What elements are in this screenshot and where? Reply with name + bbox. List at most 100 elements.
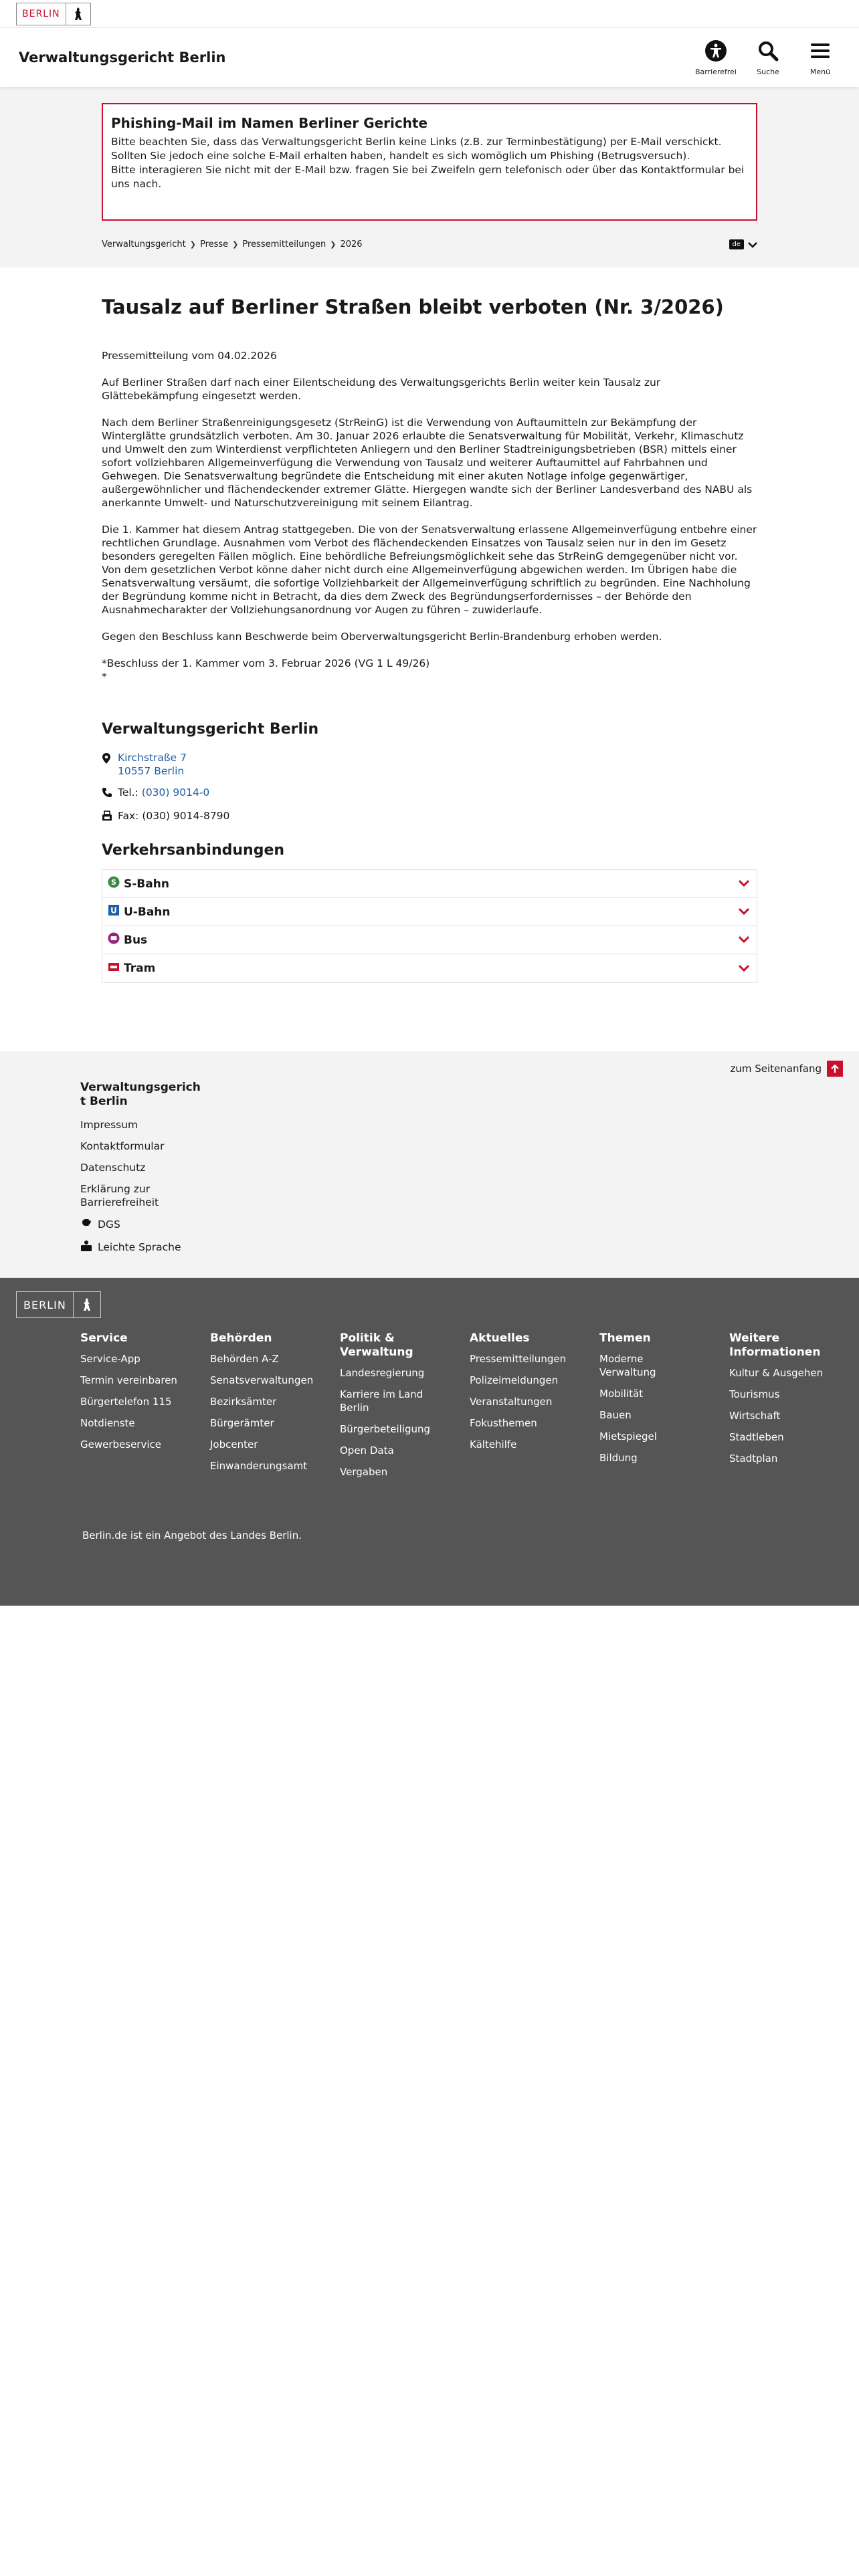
sign-language-icon bbox=[80, 1217, 92, 1232]
breadcrumb-item-pressemitteilungen[interactable]: Pressemitteilungen bbox=[242, 239, 326, 249]
site-header: Verwaltungsgericht Berlin Barrierefrei S… bbox=[0, 28, 859, 87]
footer-link[interactable]: Termin vereinbaren bbox=[80, 1374, 187, 1387]
footer-link-barrierefreiheit[interactable]: Erklärung zur Barrierefreiheit bbox=[80, 1182, 201, 1209]
footer-column-weitere: Weitere Informationen Kultur & Ausgehen … bbox=[729, 1331, 859, 1487]
footer-link[interactable]: Tourismus bbox=[729, 1388, 836, 1401]
address-street: Kirchstraße 7 bbox=[118, 752, 187, 764]
bear-icon bbox=[66, 3, 90, 25]
berlin-logo[interactable]: BERLIN bbox=[16, 2, 91, 25]
footer-link[interactable]: Fokusthemen bbox=[470, 1416, 577, 1430]
s-bahn-icon: S bbox=[108, 876, 120, 891]
language-switcher[interactable]: de bbox=[729, 238, 758, 251]
footer-link[interactable]: Bezirksämter bbox=[210, 1395, 317, 1408]
footer-column-aktuelles: Aktuelles Pressemitteilungen Polizeimeld… bbox=[470, 1331, 599, 1487]
footer-link[interactable]: Kultur & Ausgehen bbox=[729, 1366, 836, 1380]
address-link[interactable]: Kirchstraße 7 10557 Berlin bbox=[118, 751, 187, 778]
footer-link[interactable]: Landesregierung bbox=[340, 1366, 447, 1380]
search-button[interactable]: Suche bbox=[748, 39, 788, 76]
breadcrumb-item-verwaltungsgericht[interactable]: Verwaltungsgericht bbox=[102, 239, 186, 249]
footer-link[interactable]: Behörden A-Z bbox=[210, 1352, 317, 1366]
footer-link[interactable]: Bauen bbox=[599, 1408, 706, 1422]
to-top-label: zum Seitenanfang bbox=[730, 1063, 822, 1075]
menu-button[interactable]: Menü bbox=[800, 39, 840, 76]
article-paragraph: Auf Berliner Straßen darf nach einer Eil… bbox=[102, 377, 661, 402]
accordion-label: Bus bbox=[124, 933, 148, 947]
footer-link[interactable]: Karriere im Land Berlin bbox=[340, 1388, 447, 1414]
footer-link[interactable]: Veranstaltungen bbox=[470, 1395, 577, 1408]
breadcrumb: Verwaltungsgericht ❯ Presse ❯ Pressemitt… bbox=[102, 239, 363, 249]
footer-link[interactable]: Service-App bbox=[80, 1352, 187, 1366]
footer-link[interactable]: Bildung bbox=[599, 1451, 706, 1465]
breadcrumb-item-current: 2026 bbox=[340, 239, 363, 249]
chevron-down-icon bbox=[738, 934, 750, 946]
breadcrumb-item-presse[interactable]: Presse bbox=[200, 239, 228, 249]
chevron-down-icon bbox=[738, 905, 750, 918]
footer-link[interactable]: Polizeimeldungen bbox=[470, 1374, 577, 1387]
footer-link[interactable]: Einwanderungsamt bbox=[210, 1459, 317, 1473]
footer-link[interactable]: Pressemitteilungen bbox=[470, 1352, 577, 1366]
footer-column-politik: Politik & Verwaltung Landesregierung Kar… bbox=[340, 1331, 470, 1487]
footer-local-column: Verwaltungsgericht Berlin Impressum Kont… bbox=[80, 1081, 201, 1255]
chevron-down-icon bbox=[738, 877, 750, 890]
menu-icon bbox=[809, 39, 832, 65]
footer-link[interactable]: Wirtschaft bbox=[729, 1409, 836, 1422]
chevron-down-icon bbox=[738, 962, 750, 975]
notice-band: Phishing-Mail im Namen Berliner Gerichte… bbox=[0, 87, 859, 267]
article-footnote-mark: * bbox=[102, 671, 107, 683]
site-title[interactable]: Verwaltungsgericht Berlin bbox=[19, 49, 225, 66]
fax-row: Fax: (030) 9014-8790 bbox=[102, 809, 757, 825]
footer-link-impressum[interactable]: Impressum bbox=[80, 1118, 201, 1132]
footer-link[interactable]: Bürgerämter bbox=[210, 1416, 317, 1430]
accordion-label: S-Bahn bbox=[124, 877, 169, 891]
footer-link-leichte-sprache[interactable]: Leichte Sprache bbox=[80, 1240, 201, 1255]
footer-link[interactable]: Bürgertelefon 115 bbox=[80, 1395, 187, 1408]
phishing-alert: Phishing-Mail im Namen Berliner Gerichte… bbox=[102, 103, 757, 221]
footer-link[interactable]: Vergaben bbox=[340, 1465, 447, 1479]
alert-line: Bitte interagieren Sie nicht mit der E-M… bbox=[111, 164, 745, 190]
accordion-item-tram[interactable]: Tram bbox=[102, 954, 757, 982]
breadcrumb-bar: Verwaltungsgericht ❯ Presse ❯ Pressemitt… bbox=[102, 221, 757, 267]
footer-link[interactable]: Open Data bbox=[340, 1444, 447, 1457]
article-paragraph: Nach dem Berliner Straßenreinigungsgeset… bbox=[102, 417, 753, 509]
svg-text:S: S bbox=[111, 878, 116, 887]
footer-link[interactable]: Stadtleben bbox=[729, 1430, 836, 1444]
accordion-item-bus[interactable]: Bus bbox=[102, 926, 757, 954]
footer-link[interactable]: Stadtplan bbox=[729, 1452, 836, 1465]
arrow-up-icon bbox=[827, 1061, 843, 1077]
accessibility-button[interactable]: Barrierefrei bbox=[695, 39, 737, 76]
footer-link[interactable]: Bürgerbeteiligung bbox=[340, 1422, 447, 1436]
top-bar: BERLIN bbox=[0, 0, 859, 28]
search-icon bbox=[757, 39, 779, 65]
footer-link-datenschutz[interactable]: Datenschutz bbox=[80, 1161, 201, 1174]
chevron-right-icon: ❯ bbox=[330, 239, 337, 249]
phone-row: Tel.: (030) 9014-0 bbox=[102, 786, 757, 801]
footer-column-heading: Behörden bbox=[210, 1331, 272, 1345]
footer-link[interactable]: Gewerbeservice bbox=[80, 1438, 187, 1451]
address-city: 10557 Berlin bbox=[118, 765, 185, 777]
berlin-logo-text: BERLIN bbox=[17, 3, 66, 25]
footer-link-dgs[interactable]: DGS bbox=[80, 1217, 201, 1232]
accordion-item-u-bahn[interactable]: U U-Bahn bbox=[102, 898, 757, 926]
contact-heading: Verwaltungsgericht Berlin bbox=[102, 721, 319, 738]
footer-column-heading: Politik & Verwaltung bbox=[340, 1331, 413, 1359]
accordion-label: U-Bahn bbox=[124, 905, 171, 919]
phone-link[interactable]: (030) 9014-0 bbox=[142, 786, 210, 798]
footer-link[interactable]: Mietspiegel bbox=[599, 1430, 706, 1443]
footer-link[interactable]: Jobcenter bbox=[210, 1438, 317, 1451]
footer-link[interactable]: Moderne Verwaltung bbox=[599, 1352, 673, 1379]
footer-local-heading: Verwaltungsgericht Berlin bbox=[80, 1081, 201, 1108]
bear-icon bbox=[74, 1292, 100, 1317]
accordion-item-s-bahn[interactable]: S S-Bahn bbox=[102, 870, 757, 898]
footer-link[interactable]: Mobilität bbox=[599, 1387, 706, 1400]
location-pin-icon bbox=[102, 751, 112, 768]
article-date: Pressemitteilung vom 04.02.2026 bbox=[102, 350, 277, 362]
footer-berlin-logo[interactable]: BERLIN bbox=[16, 1291, 101, 1318]
article-paragraph: Die 1. Kammer hat diesem Antrag stattgeg… bbox=[102, 524, 757, 616]
footer-link-kontaktformular[interactable]: Kontaktformular bbox=[80, 1140, 201, 1153]
header-tools: Barrierefrei Suche Menü bbox=[695, 39, 840, 76]
footer-link[interactable]: Senatsverwaltungen bbox=[210, 1374, 317, 1387]
footer-link[interactable]: Notdienste bbox=[80, 1416, 187, 1430]
to-top-link[interactable]: zum Seitenanfang bbox=[0, 1061, 859, 1077]
chevron-right-icon: ❯ bbox=[189, 239, 196, 249]
footer-link[interactable]: Kältehilfe bbox=[470, 1438, 577, 1451]
